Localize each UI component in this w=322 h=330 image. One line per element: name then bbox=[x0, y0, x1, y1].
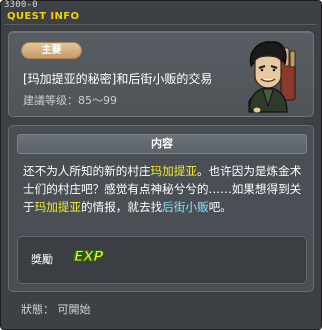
quest-status: 狀態： 可開始 bbox=[21, 303, 91, 316]
quest-category-badge: 主要 bbox=[21, 42, 82, 59]
quest-level: 建議等级：85～99 bbox=[23, 94, 117, 107]
title-divider bbox=[5, 24, 317, 25]
desc-place-link: 玛加提亚 bbox=[34, 200, 81, 214]
window-title: QUEST INFO bbox=[7, 11, 80, 22]
content-header: 内容 bbox=[17, 134, 307, 154]
desc-text: 的情报，就去找 bbox=[81, 200, 163, 214]
npc-portrait-icon bbox=[248, 41, 296, 114]
reward-label: 獎勵 bbox=[31, 253, 53, 266]
desc-place-link: 玛加提亚 bbox=[150, 164, 197, 178]
quest-content-panel: 内容 还不为人所知的新的村庄玛加提亚。也许因为是炼金术士们的村庄吧？感觉有点神秘… bbox=[8, 125, 314, 292]
quest-info-window: 3300-0 QUEST INFO 主要 [玛加提亚的秘密]和后街小贩的交易 建… bbox=[0, 0, 322, 330]
desc-text: 还不为人所知的新的村庄 bbox=[23, 164, 151, 178]
exp-icon: EXP bbox=[73, 249, 104, 266]
quest-description: 还不为人所知的新的村庄玛加提亚。也许因为是炼金术士们的村庄吧？感觉有点神秘兮兮的… bbox=[23, 162, 305, 216]
desc-npc-link: 后街小贩 bbox=[162, 200, 209, 214]
reward-panel: 獎勵 EXP bbox=[17, 236, 307, 284]
desc-text: 吧。 bbox=[208, 200, 232, 214]
quest-header-panel: 主要 [玛加提亚的秘密]和后街小贩的交易 建議等级：85～99 bbox=[8, 31, 314, 117]
quest-id: 3300-0 bbox=[4, 0, 38, 10]
quest-name: [玛加提亚的秘密]和后街小贩的交易 bbox=[23, 72, 213, 86]
